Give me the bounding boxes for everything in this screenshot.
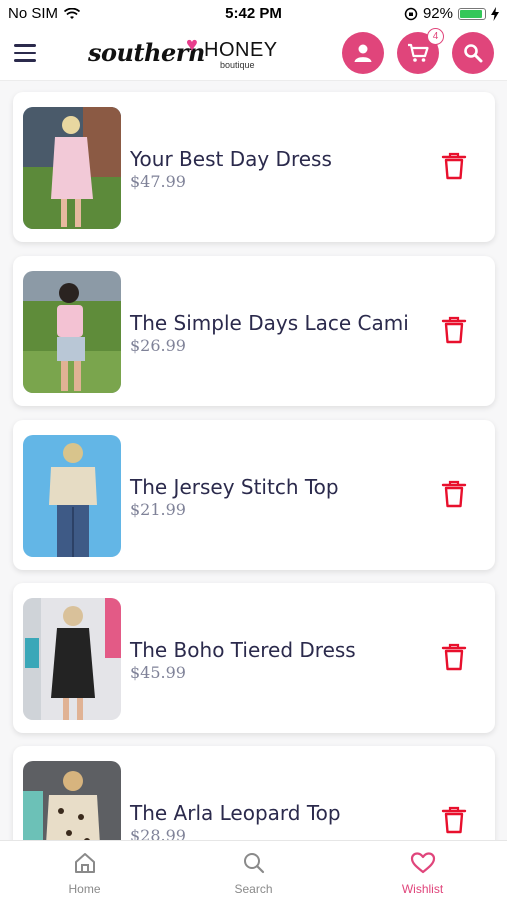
wishlist-item[interactable]: The Arla Leopard Top $28.99 <box>13 746 495 840</box>
home-icon <box>74 853 95 873</box>
battery-fill <box>460 9 483 18</box>
tab-home[interactable]: Home <box>0 841 169 901</box>
wishlist-list[interactable]: Your Best Day Dress $47.99 The Simple Da… <box>0 80 507 840</box>
wishlist-item[interactable]: The Jersey Stitch Top $21.99 <box>13 420 495 570</box>
logo-word-text: HONEY <box>204 39 278 61</box>
product-name[interactable]: The Arla Leopard Top <box>130 801 341 825</box>
product-price: $21.99 <box>130 500 186 519</box>
product-image[interactable] <box>23 107 121 229</box>
menu-icon[interactable] <box>14 44 36 62</box>
product-name[interactable]: The Simple Days Lace Cami <box>130 311 409 335</box>
product-image[interactable] <box>23 761 121 840</box>
heart-icon <box>410 852 435 874</box>
bottom-tab-bar: Home Search Wishlist <box>0 840 507 901</box>
status-bar: No SIM 5:42 PM 92% <box>0 0 507 28</box>
wishlist-item[interactable]: The Simple Days Lace Cami $26.99 <box>13 256 495 406</box>
app-header: southern ♥ HONEY boutique 4 <box>0 28 507 81</box>
search-icon <box>464 44 483 63</box>
product-image[interactable] <box>23 435 121 557</box>
logo-heart-icon: ♥ <box>186 34 198 56</box>
trash-icon[interactable] <box>441 806 467 834</box>
cart-count-badge: 4 <box>427 28 444 45</box>
account-icon <box>354 44 372 62</box>
product-name[interactable]: The Jersey Stitch Top <box>130 475 339 499</box>
product-image[interactable] <box>23 598 121 720</box>
orientation-lock-icon <box>404 7 418 20</box>
product-price: $45.99 <box>130 663 186 682</box>
trash-icon[interactable] <box>441 643 467 671</box>
logo-sub-text: boutique <box>220 60 255 70</box>
battery-icon <box>458 7 486 20</box>
battery-percent: 92% <box>422 5 453 22</box>
cart-icon <box>408 43 429 62</box>
product-image[interactable] <box>23 271 121 393</box>
product-name[interactable]: The Boho Tiered Dress <box>130 638 356 662</box>
tab-search-label: Search <box>234 882 273 896</box>
search-button[interactable] <box>452 32 494 74</box>
trash-icon[interactable] <box>441 480 467 508</box>
brand-logo[interactable]: southern ♥ HONEY boutique <box>88 34 278 72</box>
trash-icon[interactable] <box>441 316 467 344</box>
product-name[interactable]: Your Best Day Dress <box>130 147 332 171</box>
cart-button[interactable]: 4 <box>397 28 444 74</box>
tab-wishlist-label: Wishlist <box>401 882 444 896</box>
search-icon <box>243 853 264 874</box>
product-price: $26.99 <box>130 336 186 355</box>
trash-icon[interactable] <box>441 152 467 180</box>
account-button[interactable] <box>342 32 384 74</box>
tab-search[interactable]: Search <box>169 841 338 901</box>
product-price: $28.99 <box>130 826 186 840</box>
wishlist-item[interactable]: Your Best Day Dress $47.99 <box>13 92 495 242</box>
product-price: $47.99 <box>130 172 186 191</box>
charging-icon <box>491 6 499 21</box>
tab-home-label: Home <box>68 882 101 896</box>
wishlist-item[interactable]: The Boho Tiered Dress $45.99 <box>13 583 495 733</box>
status-right: 92% <box>404 5 499 22</box>
tab-wishlist[interactable]: Wishlist <box>338 841 507 901</box>
